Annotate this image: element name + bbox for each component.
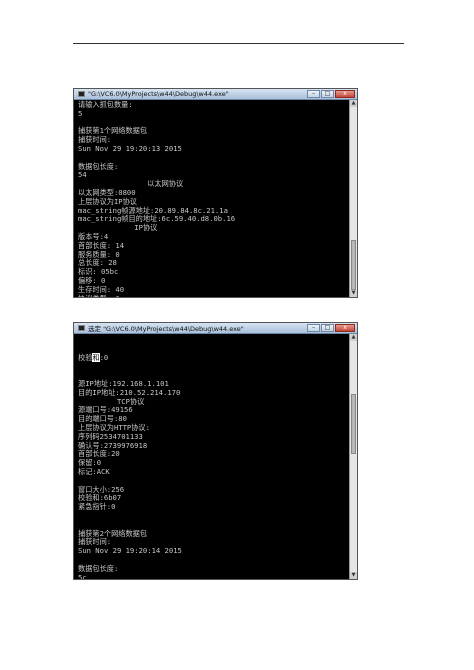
minimize-button[interactable]: –	[307, 90, 320, 98]
close-button[interactable]: x	[335, 324, 355, 332]
scrollbar-thumb-1[interactable]	[351, 240, 356, 290]
minimize-button[interactable]: –	[307, 324, 320, 332]
window-1-titlebar[interactable]: "G:\VC6.0\MyProjects\w44\Debug\w44.exe" …	[74, 89, 357, 100]
window-2-title: 选定 "G:\VC6.0\MyProjects\w44\Debug\w44.ex…	[88, 325, 244, 333]
console-line: 数据包长度:	[78, 563, 119, 573]
console-line: 标记:ACK	[78, 466, 110, 476]
console-line: 5	[78, 108, 83, 118]
console-line: 协议类型: 6	[78, 294, 235, 297]
window-2-titlebar[interactable]: 选定 "G:\VC6.0\MyProjects\w44\Debug\w44.ex…	[74, 323, 357, 334]
console-app-icon	[78, 91, 85, 97]
console-output-1[interactable]: 请输入抓包数量: 5 捕获第1个网络数据包 捕获时间: Sun Nov 29 19:20…	[78, 100, 235, 297]
console-window-2[interactable]: 选定 "G:\VC6.0\MyProjects\w44\Debug\w44.ex…	[73, 322, 358, 580]
console-output-2[interactable]: 校验和:0 源IP地址:192.168.1.101 目的IP地址:210.52.2…	[78, 336, 183, 580]
scrollbar-thumb-2[interactable]	[351, 394, 356, 454]
scroll-down-icon[interactable]: ▼	[350, 572, 357, 579]
console-line: 请输入抓包数量:	[78, 100, 133, 109]
console-line: 校验和:0	[78, 352, 183, 363]
scroll-up-icon[interactable]: ▲	[350, 334, 357, 341]
console-window-1[interactable]: "G:\VC6.0\MyProjects\w44\Debug\w44.exe" …	[73, 88, 358, 298]
console-line: 紧急指针:0	[78, 502, 116, 512]
scroll-up-icon[interactable]: ▲	[350, 100, 357, 107]
text-selection[interactable]: 和	[92, 352, 100, 362]
console-line: Sun Nov 29 19:20:13 2015	[78, 143, 182, 153]
console-line: Sun Nov 29 19:20:14 2015	[78, 546, 182, 556]
close-button[interactable]: x	[335, 90, 355, 98]
vertical-scrollbar-2[interactable]: ▲ ▼	[349, 334, 357, 579]
console-line: 5c	[78, 572, 87, 580]
maximize-button[interactable]: □	[321, 324, 334, 332]
page-top-rule	[73, 43, 404, 44]
maximize-button[interactable]: □	[321, 90, 334, 98]
console-app-icon	[78, 325, 85, 331]
line-text: 校验	[78, 352, 93, 362]
line-text: :0	[99, 352, 109, 362]
scroll-down-icon[interactable]: ▼	[350, 290, 357, 297]
vertical-scrollbar-1[interactable]: ▲ ▼	[349, 100, 357, 297]
window-1-title: "G:\VC6.0\MyProjects\w44\Debug\w44.exe"	[88, 90, 229, 98]
console-line: 数据包长度:	[78, 161, 119, 171]
